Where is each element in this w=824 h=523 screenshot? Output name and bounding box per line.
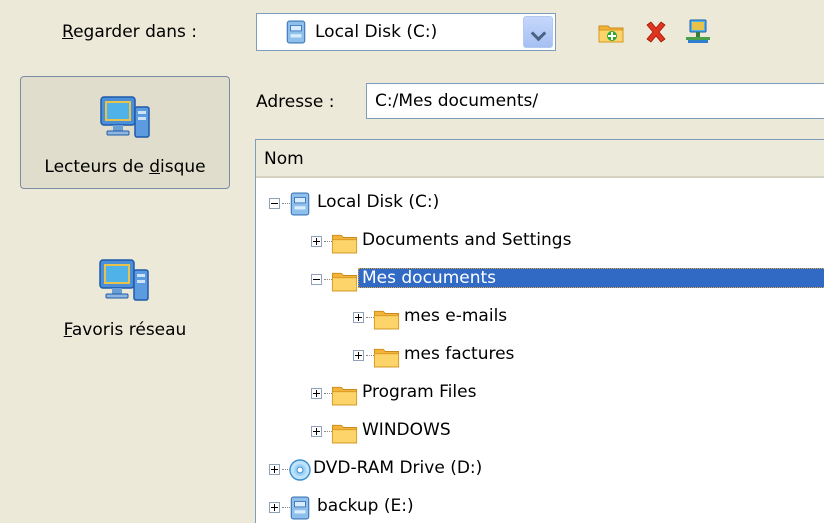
tree-item-mes-documents[interactable]: Mes documents <box>256 261 824 299</box>
place-disk-label-post: isque <box>159 157 206 177</box>
tree-item-documents-and-settings[interactable]: Documents and Settings <box>256 223 816 261</box>
folder-icon <box>331 422 358 444</box>
local-disk-icon <box>289 192 311 216</box>
look-in-selected: Local Disk (C:) <box>315 22 438 42</box>
tree-item-label: Local Disk (C:) <box>317 192 440 212</box>
tree-item-program-files[interactable]: Program Files <box>256 375 816 413</box>
new-folder-icon[interactable] <box>597 18 625 46</box>
tree-item-label-selected: Mes documents <box>358 268 824 288</box>
look-in-label-text: egarder dans : <box>73 22 198 42</box>
address-label: Adresse : <box>256 92 335 112</box>
place-disk-drives-label: Lecteurs de disque <box>21 157 229 177</box>
tree-item-windows[interactable]: WINDOWS <box>256 413 816 451</box>
expand-icon[interactable] <box>311 388 322 399</box>
tree-item-label: Program Files <box>362 382 477 402</box>
folder-tree[interactable]: Nom Local Disk (C:) Documents and Settin… <box>255 139 824 523</box>
place-network-favorites[interactable]: Favoris réseau <box>20 240 230 353</box>
folder-icon <box>373 308 400 330</box>
look-in-combobox[interactable]: Local Disk (C:) <box>256 13 556 51</box>
place-disk-label-pre: Lecteurs de <box>44 157 150 177</box>
local-disk-icon <box>285 20 307 44</box>
network-computer-icon <box>98 256 150 304</box>
tree-item-backup-e[interactable]: backup (E:) <box>256 489 816 523</box>
place-network-label-accel: F <box>63 320 72 340</box>
collapse-icon[interactable] <box>269 198 280 209</box>
computer-icon <box>99 93 151 141</box>
expand-icon[interactable] <box>311 426 322 437</box>
folder-icon <box>331 232 358 254</box>
place-disk-drives[interactable]: Lecteurs de disque <box>20 76 230 189</box>
folder-open-icon <box>331 270 358 292</box>
look-in-label-accel: R <box>62 22 74 42</box>
place-network-label-text: avoris réseau <box>71 320 187 340</box>
column-header-name[interactable]: Nom <box>256 140 824 178</box>
look-in-label: Regarder dans : <box>62 22 197 42</box>
tree-item-label: DVD-RAM Drive (D:) <box>313 458 483 478</box>
cd-drive-icon <box>289 459 311 481</box>
expand-icon[interactable] <box>353 312 364 323</box>
tree-item-label: Documents and Settings <box>362 230 572 250</box>
tree-item-mes-e-mails[interactable]: mes e-mails <box>256 299 816 337</box>
tree-item-local-disk-c[interactable]: Local Disk (C:) <box>256 185 816 223</box>
network-drive-icon[interactable] <box>684 18 712 46</box>
expand-icon[interactable] <box>311 236 322 247</box>
folder-icon <box>373 346 400 368</box>
place-network-label: Favoris réseau <box>20 320 230 340</box>
tree-item-label: mes factures <box>404 344 515 364</box>
tree-item-label: WINDOWS <box>362 420 451 440</box>
expand-icon[interactable] <box>269 464 280 475</box>
address-field[interactable]: C:/Mes documents/ <box>366 83 824 119</box>
tree-item-label: mes e-mails <box>404 306 508 326</box>
tree-item-dvd-ram-drive-d[interactable]: DVD-RAM Drive (D:) <box>256 451 816 489</box>
expand-icon[interactable] <box>353 350 364 361</box>
folder-icon <box>331 384 358 406</box>
collapse-icon[interactable] <box>311 274 322 285</box>
chevron-down-icon[interactable] <box>523 16 553 48</box>
tree-item-mes-factures[interactable]: mes factures <box>256 337 816 375</box>
local-disk-icon <box>289 496 311 520</box>
delete-icon[interactable] <box>642 18 670 46</box>
expand-icon[interactable] <box>269 502 280 513</box>
place-disk-label-accel: d <box>149 157 160 177</box>
tree-item-label: backup (E:) <box>317 496 414 516</box>
